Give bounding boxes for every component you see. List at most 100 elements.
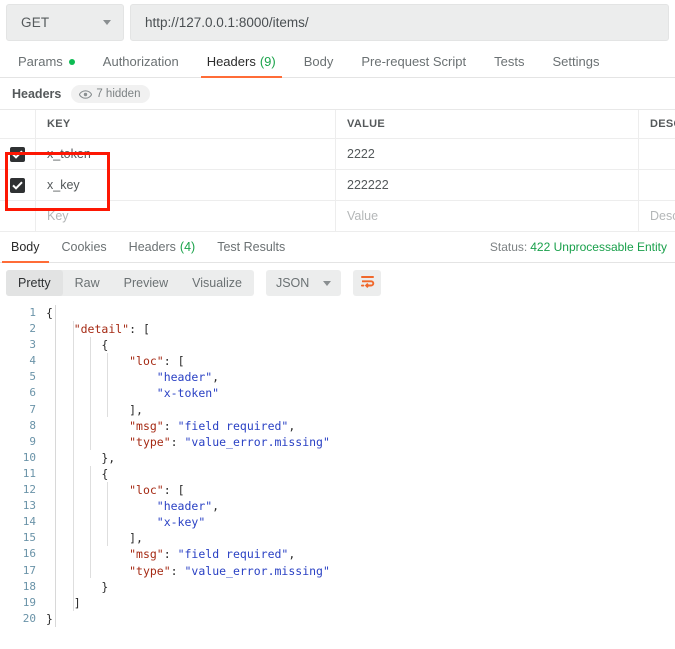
row-checkbox-cell[interactable] <box>0 170 36 200</box>
checkbox-checked-icon[interactable] <box>10 178 25 193</box>
hidden-headers-label: 7 hidden <box>96 88 140 100</box>
tab-pre-request-script-label: Pre-request Script <box>361 54 466 69</box>
code-line: 4 "loc": [ <box>0 353 675 369</box>
hidden-headers-toggle[interactable]: 7 hidden <box>71 85 150 103</box>
table-row[interactable]: x_token 2222 <box>0 139 675 170</box>
new-header-value-input[interactable]: Value <box>347 209 378 223</box>
code-line-text: "x-key" <box>46 514 205 530</box>
code-line-number: 1 <box>0 305 46 321</box>
code-line-text: "type": "value_error.missing" <box>46 563 330 579</box>
tab-headers-count: (9) <box>260 54 276 69</box>
code-line-number: 11 <box>0 466 46 482</box>
response-tab-headers[interactable]: Headers (4) <box>118 233 207 262</box>
code-line: 11 { <box>0 466 675 482</box>
code-line-number: 8 <box>0 418 46 434</box>
table-row[interactable]: x_key 222222 <box>0 170 675 201</box>
response-tab-body[interactable]: Body <box>0 233 51 262</box>
code-line-text: "msg": "field required", <box>46 546 295 562</box>
code-line-number: 10 <box>0 450 46 466</box>
view-tab-preview[interactable]: Preview <box>112 270 180 296</box>
row-checkbox-cell[interactable] <box>0 139 36 169</box>
view-tab-visualize-label: Visualize <box>192 276 242 290</box>
code-line-number: 17 <box>0 563 46 579</box>
code-line: 17 "type": "value_error.missing" <box>0 563 675 579</box>
view-tab-raw-label: Raw <box>75 276 100 290</box>
response-format-select[interactable]: JSON <box>266 270 341 296</box>
response-tab-test-results-label: Test Results <box>217 240 285 254</box>
code-line-text: "loc": [ <box>46 353 185 369</box>
code-line: 20} <box>0 611 675 627</box>
chevron-down-icon <box>103 20 111 25</box>
header-checkbox-cell <box>0 110 36 138</box>
column-header-key: KEY <box>47 118 71 130</box>
view-tab-preview-label: Preview <box>124 276 168 290</box>
response-tab-cookies[interactable]: Cookies <box>51 233 118 262</box>
code-line-number: 9 <box>0 434 46 450</box>
response-tabs: Body Cookies Headers (4) Test Results St… <box>0 232 675 263</box>
code-line: 5 "header", <box>0 369 675 385</box>
code-indent-guide <box>73 321 74 611</box>
response-tab-test-results[interactable]: Test Results <box>206 233 296 262</box>
response-view-segments: Pretty Raw Preview Visualize <box>6 270 254 296</box>
code-line-text: "detail": [ <box>46 321 150 337</box>
code-line-number: 7 <box>0 402 46 418</box>
code-line: 15 ], <box>0 530 675 546</box>
view-tab-pretty-label: Pretty <box>18 276 51 290</box>
new-header-key-input[interactable]: Key <box>47 209 69 223</box>
code-line-text: { <box>46 305 53 321</box>
tab-settings[interactable]: Settings <box>538 46 613 77</box>
headers-table: KEY VALUE DESCRIPTION x_token 2222 x_key… <box>0 109 675 232</box>
code-line-number: 4 <box>0 353 46 369</box>
view-tab-visualize[interactable]: Visualize <box>180 270 254 296</box>
header-value-value[interactable]: 222222 <box>347 178 389 192</box>
tab-pre-request-script[interactable]: Pre-request Script <box>347 46 480 77</box>
header-key-value[interactable]: x_key <box>47 178 80 192</box>
code-gutter-line <box>55 305 56 627</box>
response-body-json[interactable]: 1{2 "detail": [3 {4 "loc": [5 "header",6… <box>0 303 675 627</box>
code-line-number: 16 <box>0 546 46 562</box>
code-line-text: "header", <box>46 498 219 514</box>
chevron-down-icon <box>323 281 331 286</box>
tab-headers-label: Headers <box>207 54 256 69</box>
tab-body[interactable]: Body <box>290 46 348 77</box>
wrap-lines-button[interactable] <box>353 270 381 296</box>
header-value-value[interactable]: 2222 <box>347 147 375 161</box>
status-badge: Status:422 Unprocessable Entity <box>490 240 667 254</box>
code-line-number: 6 <box>0 385 46 401</box>
code-line: 14 "x-key" <box>0 514 675 530</box>
http-method-select[interactable]: GET <box>6 4 124 41</box>
response-tab-cookies-label: Cookies <box>62 240 107 254</box>
code-line: 2 "detail": [ <box>0 321 675 337</box>
view-tab-pretty[interactable]: Pretty <box>6 270 63 296</box>
code-line-text: "header", <box>46 369 219 385</box>
column-header-value: VALUE <box>347 118 385 130</box>
code-indent-guide <box>90 337 91 450</box>
response-tab-headers-label: Headers <box>129 240 176 254</box>
code-line-text: ] <box>46 595 81 611</box>
request-tabs: Params Authorization Headers (9) Body Pr… <box>0 45 675 78</box>
view-tab-raw[interactable]: Raw <box>63 270 112 296</box>
response-view-toolbar: Pretty Raw Preview Visualize JSON <box>0 263 675 303</box>
row-checkbox-cell[interactable] <box>0 201 36 231</box>
status-label: Status: <box>490 240 527 254</box>
table-row-placeholder[interactable]: Key Value Description <box>0 201 675 232</box>
response-tab-body-label: Body <box>11 240 40 254</box>
tab-authorization[interactable]: Authorization <box>89 46 193 77</box>
header-key-value[interactable]: x_token <box>47 147 91 161</box>
code-line-number: 14 <box>0 514 46 530</box>
tab-tests-label: Tests <box>494 54 524 69</box>
response-tab-headers-count: (4) <box>180 240 195 254</box>
checkbox-checked-icon[interactable] <box>10 147 25 162</box>
code-indent-guide <box>90 466 91 579</box>
code-line-text: "x-token" <box>46 385 219 401</box>
new-header-description-input[interactable]: Description <box>650 209 675 223</box>
tab-params[interactable]: Params <box>4 46 89 77</box>
tab-headers[interactable]: Headers (9) <box>193 46 290 77</box>
tab-tests[interactable]: Tests <box>480 46 538 77</box>
headers-subheader: Headers 7 hidden <box>0 78 675 109</box>
code-line-text: ], <box>46 402 143 418</box>
code-line-number: 20 <box>0 611 46 627</box>
code-line: 10 }, <box>0 450 675 466</box>
code-line: 16 "msg": "field required", <box>0 546 675 562</box>
request-url-input[interactable]: http://127.0.0.1:8000/items/ <box>130 4 669 41</box>
